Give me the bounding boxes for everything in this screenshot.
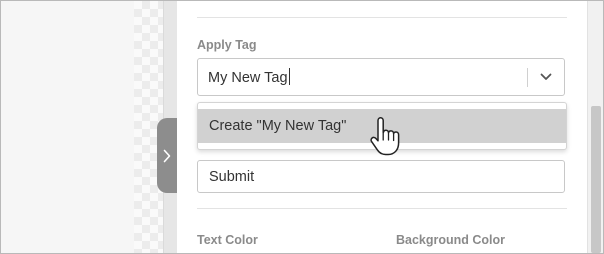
chevron-right-icon	[163, 149, 171, 162]
apply-tag-input[interactable]: My New Tag	[208, 68, 290, 86]
scrollbar-thumb[interactable]	[591, 106, 601, 253]
submit-field-value: Submit	[209, 169, 255, 185]
select-separator	[527, 68, 528, 87]
panel-collapse-handle[interactable]	[157, 118, 177, 193]
apply-tag-select[interactable]: My New Tag	[197, 58, 565, 96]
section-divider	[197, 208, 567, 209]
apply-tag-input-value: My New Tag	[208, 70, 288, 86]
text-cursor	[288, 68, 290, 85]
create-tag-option[interactable]: Create "My New Tag"	[198, 109, 566, 143]
panel-scrollbar[interactable]	[587, 1, 603, 253]
submit-field[interactable]: Submit	[197, 160, 565, 193]
create-tag-option-label: Create "My New Tag"	[209, 118, 347, 134]
apply-tag-dropdown-menu: Create "My New Tag"	[197, 102, 567, 150]
chevron-down-icon	[540, 73, 552, 80]
text-color-label: Text Color	[197, 233, 258, 247]
apply-tag-label: Apply Tag	[197, 38, 257, 52]
background-color-label: Background Color	[396, 233, 506, 247]
dropdown-toggle[interactable]	[536, 69, 556, 85]
section-divider	[197, 17, 567, 18]
